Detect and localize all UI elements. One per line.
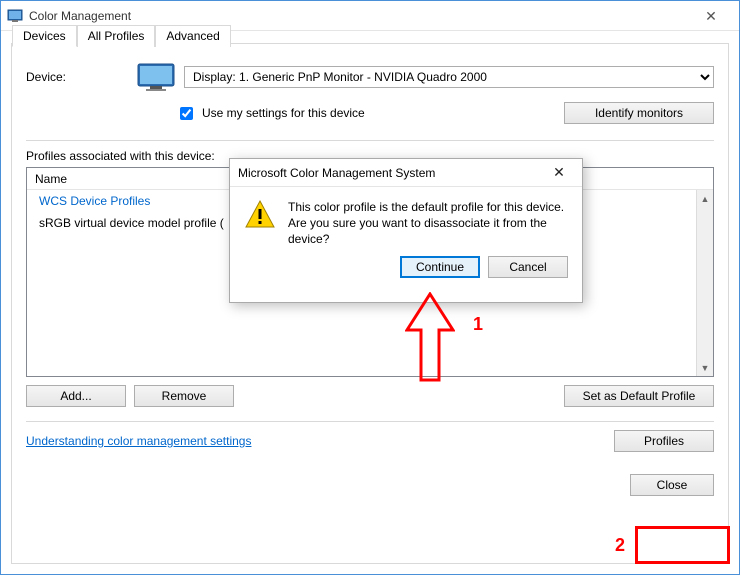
cancel-button[interactable]: Cancel xyxy=(488,256,568,278)
dialog-titlebar: Microsoft Color Management System ✕ xyxy=(230,159,582,187)
warning-icon xyxy=(244,199,276,231)
device-row: Device: Display: 1. Generic PnP Monitor … xyxy=(26,62,714,92)
device-options-row: Use my settings for this device Identify… xyxy=(26,102,714,124)
tabs-row: Devices All Profiles Advanced xyxy=(12,24,231,46)
dialog-button-bar: Continue Cancel xyxy=(230,256,582,290)
annotation-arrow xyxy=(405,292,455,384)
use-settings-label: Use my settings for this device xyxy=(202,106,365,120)
dialog-body: This color profile is the default profil… xyxy=(230,187,582,256)
footer-row: Understanding color management settings … xyxy=(26,430,714,452)
dialog-message: This color profile is the default profil… xyxy=(288,199,568,248)
profile-buttons-row: Add... Remove Set as Default Profile xyxy=(26,385,714,407)
use-settings-checkbox-wrap[interactable]: Use my settings for this device xyxy=(176,104,564,123)
annotation-label-1: 1 xyxy=(473,314,483,335)
main-panel: Devices All Profiles Advanced Device: Di… xyxy=(11,43,729,564)
monitor-icon xyxy=(136,62,176,92)
use-settings-checkbox[interactable] xyxy=(180,107,193,120)
identify-monitors-button[interactable]: Identify monitors xyxy=(564,102,714,124)
scroll-up-icon[interactable]: ▲ xyxy=(697,190,713,207)
tab-devices[interactable]: Devices xyxy=(12,25,77,47)
profiles-button[interactable]: Profiles xyxy=(614,430,714,452)
add-button[interactable]: Add... xyxy=(26,385,126,407)
window-title: Color Management xyxy=(29,9,689,23)
set-default-button[interactable]: Set as Default Profile xyxy=(564,385,714,407)
tab-content: Device: Display: 1. Generic PnP Monitor … xyxy=(12,44,728,563)
separator-2 xyxy=(26,421,714,422)
list-scrollbar[interactable]: ▲ ▼ xyxy=(696,190,713,376)
dialog-close-button[interactable]: ✕ xyxy=(544,164,574,181)
annotation-label-2: 2 xyxy=(615,535,625,556)
window-close-button[interactable]: ✕ xyxy=(689,2,733,30)
continue-button[interactable]: Continue xyxy=(400,256,480,278)
dialog-title: Microsoft Color Management System xyxy=(238,166,544,180)
help-link[interactable]: Understanding color management settings xyxy=(26,434,251,448)
remove-button[interactable]: Remove xyxy=(134,385,234,407)
app-icon xyxy=(7,8,23,24)
scroll-down-icon[interactable]: ▼ xyxy=(697,359,713,376)
confirm-dialog: Microsoft Color Management System ✕ This… xyxy=(229,158,583,303)
close-button[interactable]: Close xyxy=(630,474,714,496)
device-select[interactable]: Display: 1. Generic PnP Monitor - NVIDIA… xyxy=(184,66,714,88)
color-management-window: Color Management ✕ Devices All Profiles … xyxy=(0,0,740,575)
device-label: Device: xyxy=(26,70,136,84)
separator-1 xyxy=(26,140,714,141)
close-row: Close xyxy=(26,474,714,496)
